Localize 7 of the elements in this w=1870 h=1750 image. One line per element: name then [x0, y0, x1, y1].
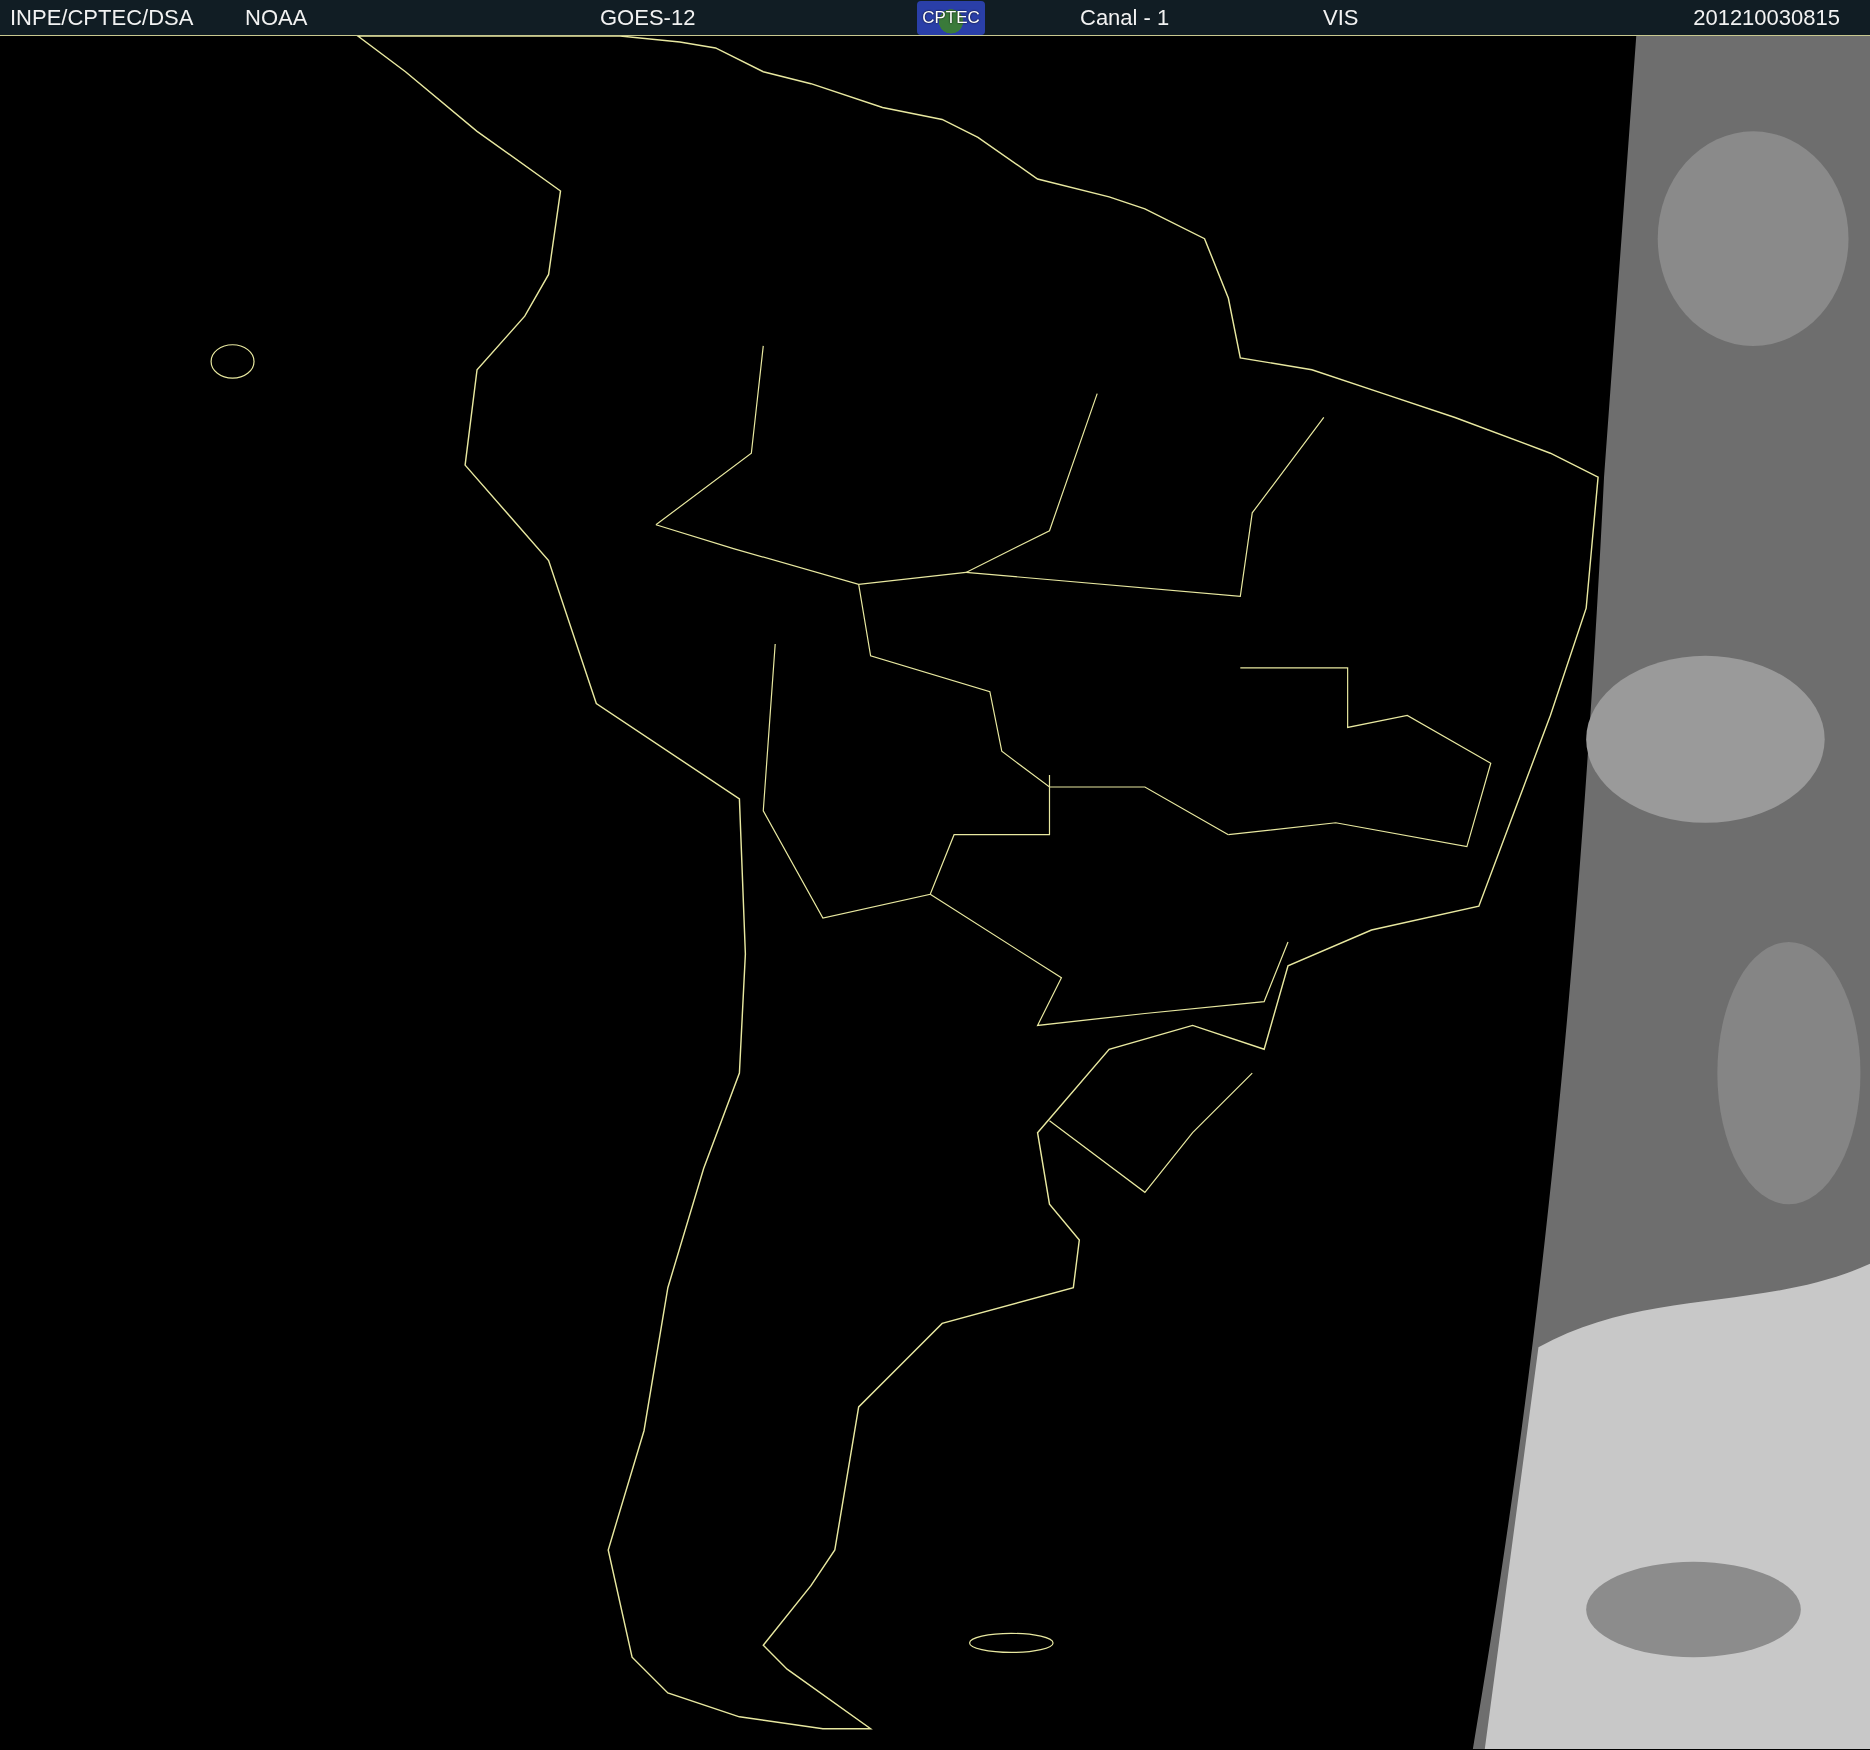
satellite-label: GOES-12	[600, 4, 696, 31]
logo: CPTEC	[917, 0, 985, 35]
timestamp-label: 201210030815	[1693, 4, 1840, 31]
agency-label: NOAA	[245, 4, 308, 31]
band-label: VIS	[1323, 4, 1359, 31]
channel-label: Canal - 1	[1080, 4, 1170, 31]
source-label: INPE/CPTEC/DSA	[10, 4, 194, 31]
